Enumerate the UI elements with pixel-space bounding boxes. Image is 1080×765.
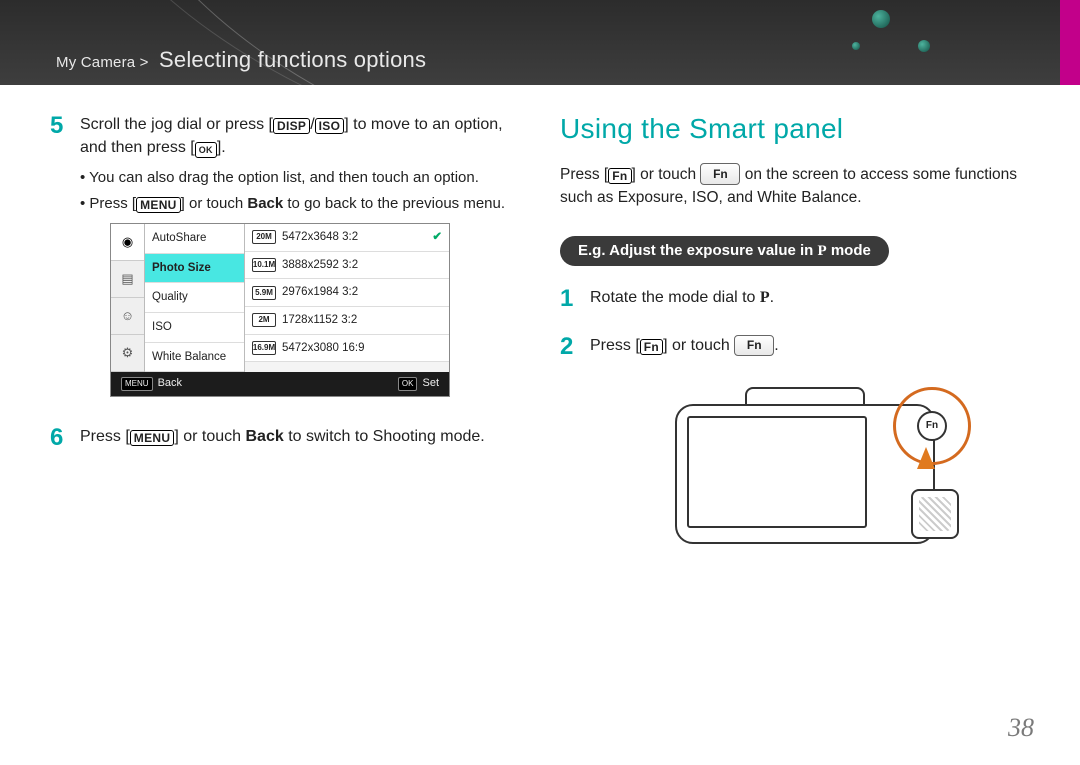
step-body: Scroll the jog dial or press [DISP/ISO] … bbox=[80, 113, 530, 397]
size-icon: 10.1M bbox=[252, 258, 276, 272]
lcd-option-list: AutoShare Photo Size Quality ISO White B… bbox=[145, 224, 245, 372]
lcd-screenshot: ◉ ▤ ☺ ⚙ AutoShare Photo Size Quality ISO… bbox=[110, 223, 450, 397]
list-item: ISO bbox=[145, 313, 244, 343]
left-column: 5 Scroll the jog dial or press [DISP/ISO… bbox=[50, 113, 530, 581]
menu-icon: MENU bbox=[136, 197, 181, 213]
p-mode-icon: P bbox=[760, 289, 770, 306]
value: 3888x2592 3:2 bbox=[282, 257, 358, 274]
lcd-side-tabs: ◉ ▤ ☺ ⚙ bbox=[111, 224, 145, 372]
camera-illustration: Fn bbox=[665, 369, 965, 559]
decor-dot bbox=[872, 10, 890, 28]
step-2: 2 Press [Fn] or touch Fn. Fn bbox=[560, 334, 1040, 559]
fn-icon: Fn bbox=[640, 339, 663, 355]
table-row: 5.9M 2976x1984 3:2 bbox=[245, 279, 449, 307]
step-body: Press [Fn] or touch Fn. Fn bbox=[590, 334, 1040, 559]
step-body: Rotate the mode dial to P. bbox=[590, 286, 1040, 312]
bullet: Press [MENU] or touch Back to go back to… bbox=[80, 193, 530, 215]
breadcrumb: My Camera > Selecting functions options bbox=[56, 47, 426, 73]
text: ] or touch bbox=[632, 166, 701, 183]
check-icon: ✔ bbox=[432, 229, 442, 246]
breadcrumb-root: My Camera bbox=[56, 54, 135, 71]
text: Press [ bbox=[560, 166, 608, 183]
list-item-selected: Photo Size bbox=[145, 254, 244, 284]
step-body: Press [MENU] or touch Back to switch to … bbox=[80, 425, 530, 451]
text: to switch to Shooting mode. bbox=[284, 428, 485, 445]
p-mode-icon: P bbox=[818, 243, 827, 259]
example-pill: E.g. Adjust the exposure value in P mode bbox=[560, 236, 889, 266]
back-label: Back bbox=[247, 195, 283, 212]
list-item: AutoShare bbox=[145, 224, 244, 254]
ok-icon: OK bbox=[195, 142, 217, 158]
size-icon: 2M bbox=[252, 313, 276, 327]
step-6: 6 Press [MENU] or touch Back to switch t… bbox=[50, 425, 530, 451]
text: Press [ bbox=[89, 195, 136, 212]
lcd-values: 20M 5472x3648 3:2 ✔ 10.1M 3888x2592 3:2 5.9… bbox=[245, 224, 449, 372]
table-row: 10.1M 3888x2592 3:2 bbox=[245, 252, 449, 280]
user-icon: ☺ bbox=[111, 298, 144, 335]
page-number: 38 bbox=[1008, 713, 1034, 743]
camera-screen-icon bbox=[687, 416, 867, 528]
text: Press [ bbox=[80, 428, 130, 445]
movie-icon: ▤ bbox=[111, 261, 144, 298]
magenta-accent bbox=[1060, 0, 1080, 85]
value: 2976x1984 3:2 bbox=[282, 284, 358, 301]
ok-icon: OK bbox=[398, 377, 418, 391]
size-icon: 5.9M bbox=[252, 286, 276, 300]
bullet: You can also drag the option list, and t… bbox=[80, 167, 530, 189]
decor-dot bbox=[918, 40, 930, 52]
section-heading: Using the Smart panel bbox=[560, 113, 1040, 145]
intro-paragraph: Press [Fn] or touch Fn on the screen to … bbox=[560, 163, 1040, 210]
size-icon: 16.9M bbox=[252, 341, 276, 355]
breadcrumb-section: Selecting functions options bbox=[159, 47, 426, 72]
fn-button-icon: Fn bbox=[700, 163, 740, 185]
disp-icon: DISP bbox=[273, 118, 310, 134]
text: E.g. Adjust the exposure value in bbox=[578, 242, 818, 259]
table-row: 2M 1728x1152 3:2 bbox=[245, 307, 449, 335]
fn-physical-button-icon: Fn bbox=[917, 411, 947, 441]
text: Rotate the mode dial to bbox=[590, 289, 760, 306]
text: Press [ bbox=[590, 337, 640, 354]
lcd-footer: MENU Back OK Set bbox=[111, 372, 449, 396]
step-number: 6 bbox=[50, 425, 68, 451]
text: ] or touch bbox=[663, 337, 734, 354]
value: 5472x3648 3:2 bbox=[282, 229, 358, 246]
value: 5472x3080 16:9 bbox=[282, 340, 365, 357]
fn-icon: Fn bbox=[608, 168, 631, 184]
table-row: 20M 5472x3648 3:2 ✔ bbox=[245, 224, 449, 252]
footer-back: Back bbox=[158, 376, 182, 392]
step-number: 1 bbox=[560, 286, 578, 312]
camera-grip-icon bbox=[911, 489, 959, 539]
iso-icon: ISO bbox=[315, 118, 345, 134]
right-column: Using the Smart panel Press [Fn] or touc… bbox=[560, 113, 1040, 581]
text: Scroll the jog dial or press [ bbox=[80, 116, 273, 133]
footer-set: Set bbox=[422, 376, 439, 392]
camera-icon: ◉ bbox=[111, 224, 144, 261]
step-1: 1 Rotate the mode dial to P. bbox=[560, 286, 1040, 312]
fn-button-icon: Fn bbox=[734, 335, 774, 356]
menu-icon: MENU bbox=[121, 377, 153, 391]
menu-icon: MENU bbox=[130, 430, 175, 446]
text: . bbox=[770, 289, 774, 306]
step-5: 5 Scroll the jog dial or press [DISP/ISO… bbox=[50, 113, 530, 397]
back-label: Back bbox=[246, 428, 284, 445]
list-item: Quality bbox=[145, 283, 244, 313]
text: ] or touch bbox=[181, 195, 248, 212]
text: ]. bbox=[217, 139, 226, 156]
step-number: 2 bbox=[560, 334, 578, 559]
arrow-up-icon bbox=[917, 447, 935, 469]
text: ] or touch bbox=[174, 428, 245, 445]
text: mode bbox=[827, 242, 871, 259]
header-band: My Camera > Selecting functions options bbox=[0, 0, 1080, 85]
value: 1728x1152 3:2 bbox=[282, 312, 357, 329]
size-icon: 20M bbox=[252, 230, 276, 244]
sub-bullets: You can also drag the option list, and t… bbox=[80, 167, 530, 215]
decor-dot bbox=[852, 42, 860, 50]
gear-icon: ⚙ bbox=[111, 335, 144, 372]
list-item: White Balance bbox=[145, 343, 244, 373]
step-number: 5 bbox=[50, 113, 68, 397]
text: / bbox=[310, 116, 314, 133]
text: to go back to the previous menu. bbox=[283, 195, 505, 212]
table-row: 16.9M 5472x3080 16:9 bbox=[245, 335, 449, 363]
text: . bbox=[774, 337, 778, 354]
